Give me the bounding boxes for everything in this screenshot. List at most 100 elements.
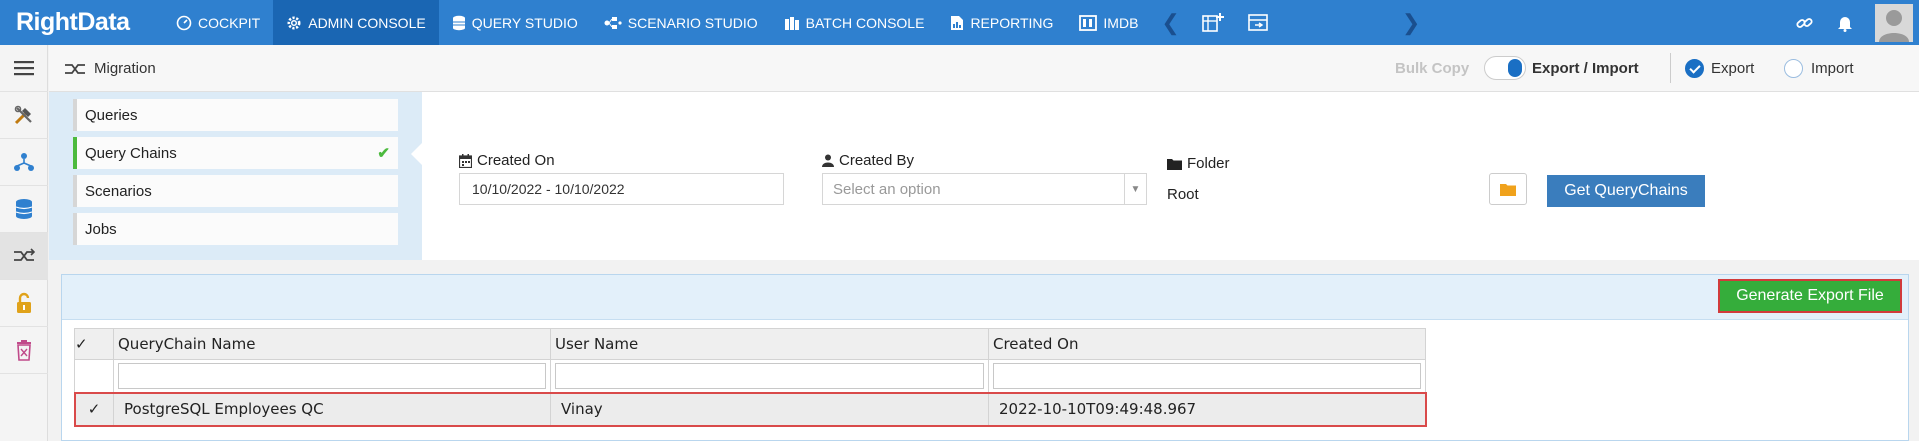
trash-icon[interactable] <box>0 327 48 374</box>
import-radio-label[interactable]: Import <box>1811 60 1854 77</box>
browse-folder-button[interactable] <box>1489 173 1527 205</box>
chevron-down-icon: ▼ <box>1124 174 1146 204</box>
tab-jobs[interactable]: Jobs <box>73 213 398 245</box>
table-sync-icon[interactable] <box>1236 0 1282 45</box>
calendar-icon <box>459 153 472 168</box>
user-name-filter-input[interactable] <box>555 363 984 389</box>
tab-query-chains[interactable]: Query Chains ✔ <box>73 137 398 169</box>
nav-scroll-left-icon[interactable]: ❮ <box>1151 0 1189 45</box>
page-title: Migration <box>94 60 156 77</box>
hierarchy-icon[interactable] <box>0 139 48 186</box>
nav-reporting[interactable]: REPORTING <box>937 0 1066 45</box>
nav-scenario-studio[interactable]: SCENARIO STUDIO <box>591 0 771 45</box>
select-placeholder: Select an option <box>833 180 941 198</box>
imdb-icon <box>1079 14 1098 31</box>
brand-name: RightData <box>16 8 130 36</box>
created-on-label: Created On <box>459 152 555 169</box>
report-icon <box>951 15 964 30</box>
nav-label: SCENARIO STUDIO <box>627 14 758 31</box>
date-range-value: 10/10/2022 - 10/10/2022 <box>472 181 625 197</box>
filter-cell <box>113 359 551 393</box>
querychain-name-filter-input[interactable] <box>118 363 546 389</box>
nav-admin-console[interactable]: ADMIN CONSOLE <box>273 0 439 45</box>
table-row[interactable]: ✓ PostgreSQL Employees QC Vinay 2022-10-… <box>73 391 1427 427</box>
column-header[interactable]: QueryChain Name <box>113 328 551 360</box>
nav-label: BATCH CONSOLE <box>805 14 925 31</box>
table-add-icon[interactable] <box>1190 0 1236 45</box>
nav-query-studio[interactable]: QUERY STUDIO <box>439 0 591 45</box>
gear-icon <box>287 16 301 29</box>
nav-batch-console[interactable]: BATCH CONSOLE <box>771 0 938 45</box>
button-label: Get QueryChains <box>1564 182 1688 199</box>
tab-scenarios[interactable]: Scenarios <box>73 175 398 207</box>
get-querychains-button[interactable]: Get QueryChains <box>1547 175 1705 207</box>
created-by-select[interactable]: Select an option ▼ <box>822 173 1147 205</box>
created-by-text: Created By <box>839 152 915 169</box>
bulk-copy-label[interactable]: Bulk Copy <box>1395 60 1469 77</box>
user-icon <box>822 154 834 167</box>
nav-label: REPORTING <box>970 14 1054 31</box>
toggle-knob <box>1508 59 1522 77</box>
column-header[interactable]: Created On <box>988 328 1426 360</box>
nav-label: ADMIN CONSOLE <box>308 14 426 31</box>
rightdata-logo[interactable]: RightData <box>0 0 163 45</box>
results-panel: Generate Export File ✓ QueryChain Name U… <box>61 274 1909 441</box>
object-type-tabs: Queries Query Chains ✔ Scenarios Jobs <box>49 92 422 260</box>
bell-icon[interactable] <box>1825 0 1865 45</box>
tab-label: Query Chains <box>85 144 177 162</box>
export-radio[interactable] <box>1685 59 1704 78</box>
flow-icon <box>604 16 622 29</box>
column-header[interactable]: User Name <box>550 328 989 360</box>
batch-icon <box>784 16 799 30</box>
filter-cell <box>550 359 989 393</box>
select-all-checkbox[interactable]: ✓ <box>74 328 114 360</box>
created-on-filter-input[interactable] <box>993 363 1421 389</box>
dashboard-icon <box>176 15 192 30</box>
folder-open-icon <box>1500 183 1516 196</box>
folder-icon <box>1167 158 1182 170</box>
mode-toggle[interactable] <box>1484 56 1526 80</box>
migration-icon <box>65 63 85 74</box>
button-label: Generate Export File <box>1736 287 1884 304</box>
querychain-name-cell: PostgreSQL Employees QC <box>113 392 551 426</box>
breadcrumb-bar: Migration Bulk Copy Export / Import Expo… <box>49 45 1919 92</box>
nav-scroll-right-icon[interactable]: ❯ <box>1392 0 1430 45</box>
database-stack-icon[interactable] <box>0 186 48 233</box>
export-import-label[interactable]: Export / Import <box>1532 60 1639 77</box>
migration-icon[interactable] <box>0 233 48 280</box>
created-by-label: Created By <box>822 152 914 169</box>
link-icon[interactable] <box>1785 0 1825 45</box>
tab-label: Queries <box>85 106 138 124</box>
created-on-date-range-input[interactable]: 10/10/2022 - 10/10/2022 <box>459 173 784 205</box>
table-header-row: ✓ QueryChain Name User Name Created On <box>74 328 1426 360</box>
hamburger-menu-icon[interactable] <box>0 45 48 92</box>
database-icon <box>452 15 465 30</box>
left-sidebar <box>0 45 48 441</box>
tab-label: Jobs <box>85 220 117 238</box>
tab-pointer <box>411 142 423 166</box>
folder-value: Root <box>1167 186 1199 203</box>
nav-imdb[interactable]: IMDB <box>1066 0 1151 45</box>
nav-label: IMDB <box>1103 14 1139 31</box>
user-avatar[interactable] <box>1875 3 1913 42</box>
tools-icon[interactable] <box>0 92 48 139</box>
unlock-icon[interactable] <box>0 280 48 327</box>
row-checkbox[interactable]: ✓ <box>74 392 114 426</box>
import-radio[interactable] <box>1784 59 1803 78</box>
generate-export-file-button[interactable]: Generate Export File <box>1718 279 1902 313</box>
nav-label: QUERY STUDIO <box>471 14 578 31</box>
column-filter-row <box>74 359 1426 393</box>
created-on-cell: 2022-10-10T09:49:48.967 <box>988 392 1426 426</box>
created-on-text: Created On <box>477 152 555 169</box>
export-radio-label[interactable]: Export <box>1711 60 1754 77</box>
filter-cell-empty <box>74 359 114 393</box>
divider <box>1670 53 1671 83</box>
user-name-cell: Vinay <box>550 392 989 426</box>
nav-cockpit[interactable]: COCKPIT <box>163 0 273 45</box>
folder-text: Folder <box>1187 155 1230 172</box>
folder-label: Folder <box>1167 155 1230 172</box>
results-body: ✓ QueryChain Name User Name Created On ✓… <box>62 320 1908 440</box>
tab-label: Scenarios <box>85 182 152 200</box>
tab-queries[interactable]: Queries <box>73 99 398 131</box>
top-navigation-bar: RightData COCKPIT ADMIN CONSOLE QUERY ST… <box>0 0 1919 45</box>
